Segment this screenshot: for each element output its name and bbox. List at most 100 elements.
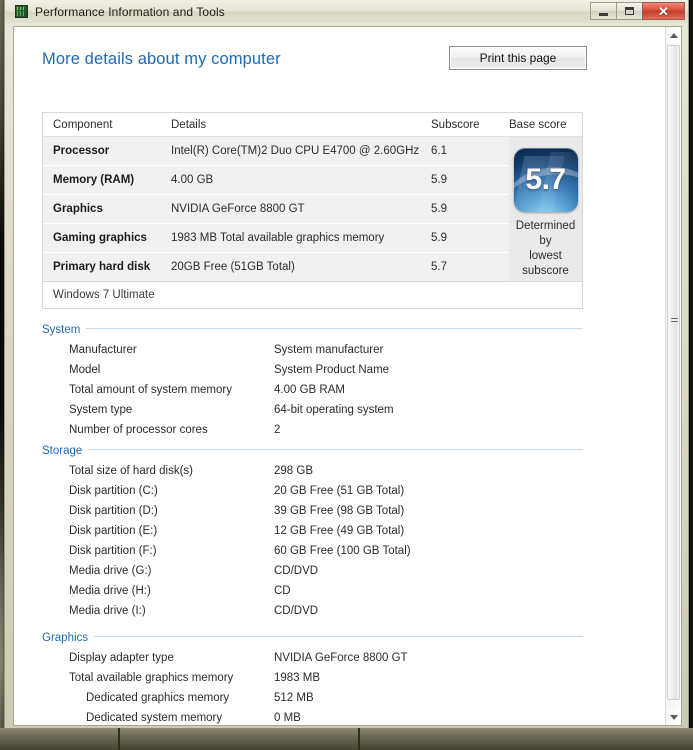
window-titlebar[interactable]: Performance Information and Tools ✕ bbox=[5, 0, 688, 23]
detail-key: Total available graphics memory bbox=[69, 672, 234, 684]
detail-value: 1983 MB bbox=[274, 672, 321, 684]
cell-details: Intel(R) Core(TM)2 Duo CPU E4700 @ 2.60G… bbox=[171, 145, 420, 157]
detail-key: Media drive (H:) bbox=[69, 585, 151, 597]
detail-key: Model bbox=[69, 364, 101, 376]
detail-value: CD/DVD bbox=[274, 565, 319, 577]
detail-row: Disk partition (F:) 60 GB Free (100 GB T… bbox=[42, 541, 583, 561]
score-table-header-row: Component Details Subscore Base score bbox=[43, 113, 582, 137]
detail-value: CD/DVD bbox=[274, 605, 319, 617]
table-row: Gaming graphics 1983 MB Total available … bbox=[43, 224, 509, 253]
detail-row: Media drive (G:) CD/DVD bbox=[42, 561, 583, 581]
detail-key: Total size of hard disk(s) bbox=[69, 465, 193, 477]
taskbar-sliver[interactable] bbox=[0, 728, 693, 750]
detail-value: 20 GB Free (51 GB Total) bbox=[274, 485, 405, 497]
cell-component: Gaming graphics bbox=[53, 232, 147, 244]
score-table: Component Details Subscore Base score Pr… bbox=[42, 112, 583, 282]
detail-row: Disk partition (E:) 12 GB Free (49 GB To… bbox=[42, 521, 583, 541]
section-title: System bbox=[42, 324, 87, 336]
detail-row: Model System Product Name bbox=[42, 360, 583, 380]
minimize-button[interactable] bbox=[590, 2, 617, 20]
detail-key: Media drive (G:) bbox=[69, 565, 152, 577]
section-graphics: Graphics Display adapter type NVIDIA GeF… bbox=[42, 628, 583, 725]
base-score-caption-line2: lowest subscore bbox=[522, 250, 569, 277]
column-header-details: Details bbox=[171, 118, 207, 131]
cell-details: 1983 MB Total available graphics memory bbox=[171, 232, 385, 244]
cell-subscore: 5.9 bbox=[431, 174, 447, 186]
window-title: Performance Information and Tools bbox=[35, 4, 225, 19]
base-score-panel: 5.7 Determined by lowest subscore bbox=[509, 137, 582, 281]
performance-information-window: Performance Information and Tools ✕ More… bbox=[4, 0, 689, 734]
detail-row: Media drive (H:) CD bbox=[42, 581, 583, 601]
window-controls: ✕ bbox=[590, 2, 685, 20]
detail-value: 512 MB bbox=[274, 692, 314, 704]
content-page: More details about my computer Print thi… bbox=[14, 27, 666, 725]
cell-details: NVIDIA GeForce 8800 GT bbox=[171, 203, 305, 215]
base-score-caption: Determined by lowest subscore bbox=[509, 219, 582, 279]
base-score-value: 5.7 bbox=[525, 163, 566, 196]
scroll-up-button[interactable] bbox=[666, 27, 681, 43]
detail-row: Number of processor cores 2 bbox=[42, 420, 583, 440]
score-rows: Processor Intel(R) Core(TM)2 Duo CPU E47… bbox=[43, 137, 509, 281]
scrollbar-thumb[interactable] bbox=[667, 45, 680, 700]
base-score-caption-line1: Determined by bbox=[515, 220, 576, 247]
cell-component: Primary hard disk bbox=[53, 261, 151, 273]
print-this-page-button[interactable]: Print this page bbox=[449, 46, 587, 70]
cell-component: Graphics bbox=[53, 203, 103, 215]
section-rows-graphics: Display adapter type NVIDIA GeForce 8800… bbox=[42, 648, 583, 725]
detail-value: 12 GB Free (49 GB Total) bbox=[274, 525, 405, 537]
section-header-system: System bbox=[42, 320, 583, 336]
cell-subscore: 5.9 bbox=[431, 232, 447, 244]
close-button[interactable]: ✕ bbox=[642, 2, 685, 20]
cell-details: 20GB Free (51GB Total) bbox=[171, 261, 295, 273]
table-row: Processor Intel(R) Core(TM)2 Duo CPU E47… bbox=[43, 137, 509, 166]
section-title: Storage bbox=[42, 445, 89, 457]
detail-value: 39 GB Free (98 GB Total) bbox=[274, 505, 405, 517]
section-rows-storage: Total size of hard disk(s) 298 GB Disk p… bbox=[42, 461, 583, 621]
detail-key: Dedicated system memory bbox=[86, 712, 223, 724]
detail-row: Disk partition (D:) 39 GB Free (98 GB To… bbox=[42, 501, 583, 521]
page-header: More details about my computer Print thi… bbox=[42, 46, 587, 76]
detail-key: Manufacturer bbox=[69, 344, 137, 356]
column-header-component: Component bbox=[53, 118, 113, 131]
detail-value: 2 bbox=[274, 424, 281, 436]
detail-key: Dedicated graphics memory bbox=[86, 692, 230, 704]
detail-row: Disk partition (C:) 20 GB Free (51 GB To… bbox=[42, 481, 583, 501]
table-row: Memory (RAM) 4.00 GB 5.9 bbox=[43, 166, 509, 195]
cell-subscore: 5.7 bbox=[431, 261, 447, 273]
detail-key: Disk partition (E:) bbox=[69, 525, 158, 537]
detail-value: CD bbox=[274, 585, 291, 597]
cell-component: Processor bbox=[53, 145, 110, 157]
windows-experience-index-badge: 5.7 bbox=[513, 148, 578, 212]
detail-value: System manufacturer bbox=[274, 344, 384, 356]
cell-details: 4.00 GB bbox=[171, 174, 214, 186]
maximize-icon bbox=[625, 7, 634, 15]
maximize-button[interactable] bbox=[616, 2, 643, 20]
section-storage: Storage Total size of hard disk(s) 298 G… bbox=[42, 441, 583, 621]
detail-key: Disk partition (F:) bbox=[69, 545, 157, 557]
scroll-down-button[interactable] bbox=[666, 709, 681, 725]
detail-value: 0 MB bbox=[274, 712, 301, 724]
detail-row: Total size of hard disk(s) 298 GB bbox=[42, 461, 583, 481]
detail-value: 60 GB Free (100 GB Total) bbox=[274, 545, 411, 557]
performance-monitor-icon bbox=[15, 5, 28, 18]
cell-subscore: 5.9 bbox=[431, 203, 447, 215]
detail-row: Total amount of system memory 4.00 GB RA… bbox=[42, 380, 583, 400]
detail-value: NVIDIA GeForce 8800 GT bbox=[274, 652, 408, 664]
section-rows-system: Manufacturer System manufacturer Model S… bbox=[42, 340, 583, 440]
vertical-scrollbar[interactable] bbox=[665, 27, 681, 725]
detail-value: 298 GB bbox=[274, 465, 313, 477]
detail-row: Dedicated graphics memory 512 MB bbox=[42, 688, 583, 708]
detail-key: System type bbox=[69, 404, 133, 416]
detail-key: Display adapter type bbox=[69, 652, 174, 664]
windows-edition-row: Windows 7 Ultimate bbox=[42, 281, 583, 309]
detail-key: Total amount of system memory bbox=[69, 384, 232, 396]
cell-component: Memory (RAM) bbox=[53, 174, 135, 186]
cell-subscore: 6.1 bbox=[431, 145, 447, 157]
close-icon: ✕ bbox=[658, 3, 669, 19]
detail-key: Media drive (I:) bbox=[69, 605, 146, 617]
section-header-graphics: Graphics bbox=[42, 628, 583, 644]
scrollbar-grip-icon bbox=[671, 318, 678, 324]
table-row: Primary hard disk 20GB Free (51GB Total)… bbox=[43, 253, 509, 281]
detail-row: Dedicated system memory 0 MB bbox=[42, 708, 583, 725]
detail-row: Display adapter type NVIDIA GeForce 8800… bbox=[42, 648, 583, 668]
